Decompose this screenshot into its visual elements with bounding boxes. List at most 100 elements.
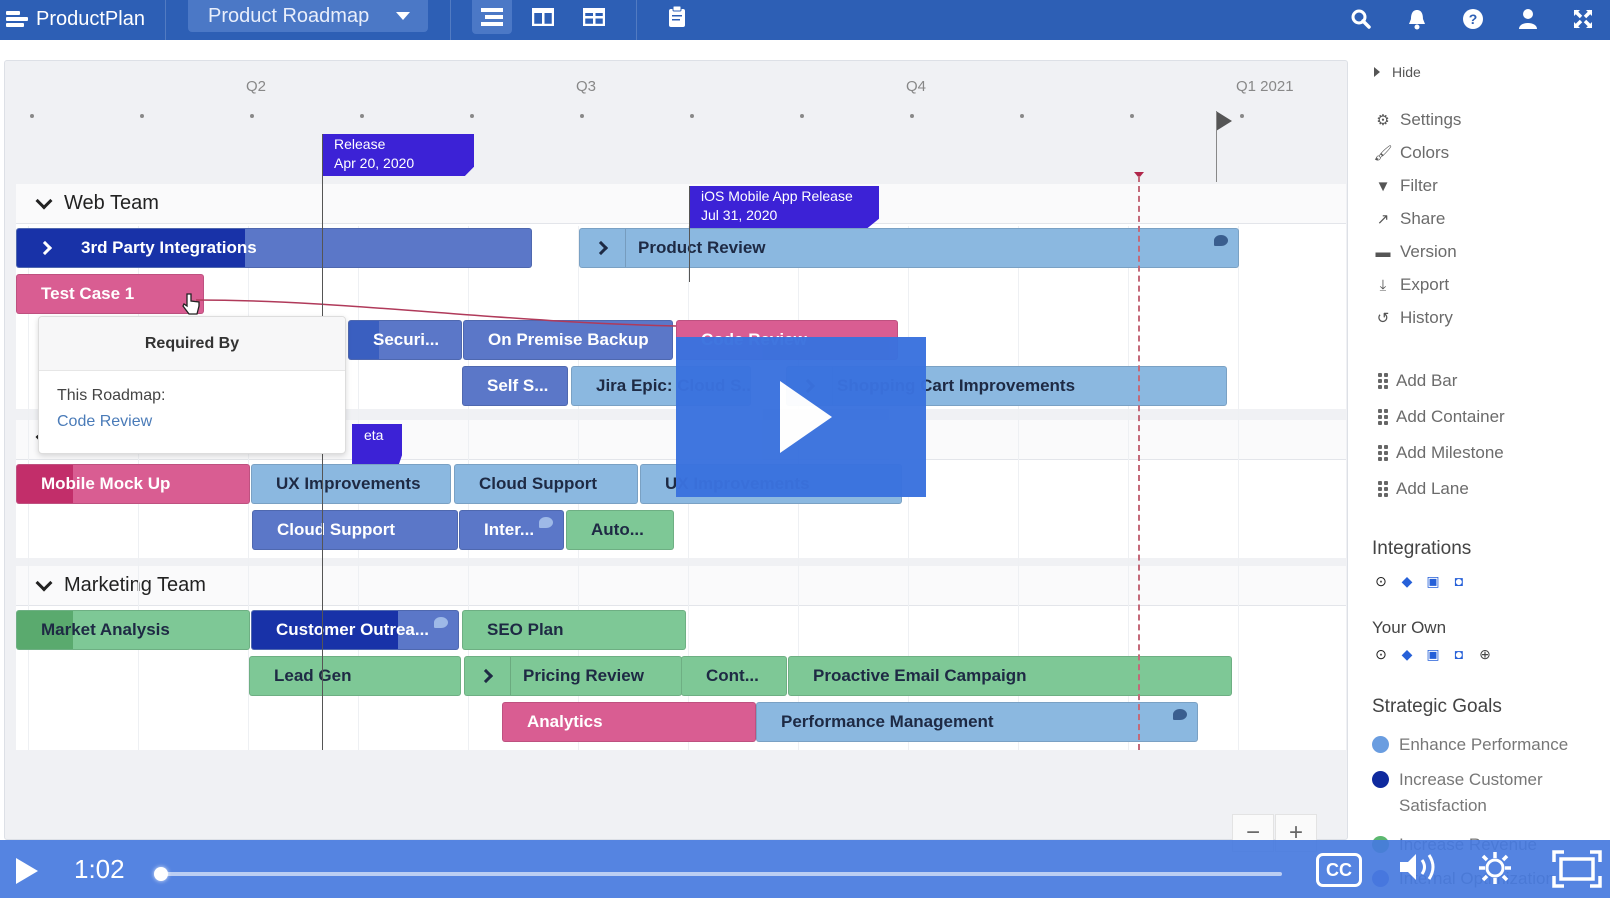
sidebar-add-lane[interactable]: Add Lane xyxy=(1378,479,1469,499)
comment-icon[interactable] xyxy=(434,617,448,628)
sidebar-item-share[interactable]: ↗ Share xyxy=(1374,209,1446,229)
video-play-overlay-button[interactable] xyxy=(676,337,926,497)
roadmap-selector[interactable]: Product Roadmap xyxy=(188,0,428,32)
comment-icon[interactable] xyxy=(1214,235,1228,246)
milestone-date: Jul 31, 2020 xyxy=(701,207,778,223)
bar-ux-improvements[interactable]: UX Improvements xyxy=(251,464,451,504)
bar-pricing-review[interactable]: Pricing Review xyxy=(464,656,682,696)
captions-button[interactable]: CC xyxy=(1316,853,1362,887)
drag-handle-icon[interactable] xyxy=(1378,445,1388,461)
jira-icon[interactable]: ◆ xyxy=(1398,572,1416,590)
timeline-tick xyxy=(910,114,914,118)
sidebar-item-version[interactable]: ▬ Version xyxy=(1374,242,1457,262)
bar-mobile-mock-up[interactable]: Mobile Mock Up xyxy=(16,464,250,504)
bar-label: Self S... xyxy=(487,376,549,395)
bar-content[interactable]: Cont... xyxy=(681,656,787,696)
search-button[interactable] xyxy=(1346,4,1376,34)
drag-handle-icon[interactable] xyxy=(1378,409,1388,425)
brand[interactable]: ProductPlan xyxy=(6,0,145,38)
bar-performance-management[interactable]: Performance Management xyxy=(756,702,1198,742)
menu-icon xyxy=(6,11,28,27)
video-progress-track[interactable] xyxy=(160,872,1282,876)
bar-cloud-support[interactable]: Cloud Support xyxy=(454,464,638,504)
play-button[interactable] xyxy=(16,858,38,884)
divider xyxy=(165,0,166,40)
bar-automation[interactable]: Auto... xyxy=(566,510,674,550)
filter-icon: ▼ xyxy=(1375,177,1391,195)
sidebar-item-filter[interactable]: ▼ Filter xyxy=(1374,176,1438,196)
fullscreen-video-button[interactable] xyxy=(1552,850,1602,896)
comment-icon[interactable] xyxy=(1173,709,1187,720)
sidebar-item-colors[interactable]: 🖌 Colors xyxy=(1373,143,1449,163)
clipboard-button[interactable] xyxy=(657,0,697,34)
play-icon xyxy=(780,381,832,453)
bar-product-review[interactable]: Product Review xyxy=(579,228,1239,268)
github-icon[interactable]: ⊙ xyxy=(1372,645,1390,663)
user-button[interactable] xyxy=(1513,4,1543,34)
sidebar-add-container[interactable]: Add Container xyxy=(1378,407,1505,427)
collapse-icon[interactable] xyxy=(35,192,53,209)
jira-icon[interactable]: ◆ xyxy=(1398,645,1416,663)
timeline-tick xyxy=(360,114,364,118)
github-icon[interactable]: ⊙ xyxy=(1372,572,1390,590)
expand-chevron-icon[interactable] xyxy=(17,229,77,267)
expand-chevron-icon[interactable] xyxy=(465,657,511,695)
lane-header-marketing-team[interactable]: Marketing Team xyxy=(16,566,1346,606)
strategic-goals-title: Strategic Goals xyxy=(1372,696,1502,717)
expand-chevron-icon[interactable] xyxy=(580,229,626,267)
sidebar-item-export[interactable]: ⤓ Export xyxy=(1374,275,1449,295)
share-icon: ↗ xyxy=(1376,211,1390,228)
drag-handle-icon[interactable] xyxy=(1378,481,1388,497)
bar-test-case-1[interactable]: Test Case 1 xyxy=(16,274,204,314)
help-button[interactable]: ? xyxy=(1458,4,1488,34)
bar-cloud-support-2[interactable]: Cloud Support xyxy=(252,510,458,550)
search-icon xyxy=(1351,9,1371,29)
bar-self-service[interactable]: Self S... xyxy=(462,366,568,406)
milestone-ios-release[interactable]: iOS Mobile App Release Jul 31, 2020 xyxy=(689,186,879,228)
trello-icon[interactable]: ▣ xyxy=(1424,645,1442,663)
bar-analytics[interactable]: Analytics xyxy=(502,702,756,742)
grid-column xyxy=(1238,226,1239,750)
fullscreen-icon xyxy=(1552,850,1602,888)
milestone-beta[interactable]: eta xyxy=(352,424,402,464)
goal-color-dot xyxy=(1372,771,1389,788)
bar-market-analysis[interactable]: Market Analysis xyxy=(16,610,250,650)
flag-line xyxy=(1216,112,1217,182)
pivotal-icon[interactable]: ◘ xyxy=(1450,645,1468,663)
sidebar-add-bar[interactable]: Add Bar xyxy=(1378,371,1457,391)
bar-proactive-email-campaign[interactable]: Proactive Email Campaign xyxy=(788,656,1232,696)
user-icon xyxy=(1519,9,1537,29)
sidebar-item-history[interactable]: ↺ History xyxy=(1374,308,1453,328)
volume-button[interactable] xyxy=(1398,850,1442,892)
video-progress-handle[interactable] xyxy=(154,867,168,881)
lane-header-web-team[interactable]: Web Team xyxy=(16,184,1346,224)
bar-seo-plan[interactable]: SEO Plan xyxy=(462,610,686,650)
strategic-goal[interactable]: Enhance Performance xyxy=(1372,732,1568,758)
fullscreen-button[interactable] xyxy=(1568,4,1598,34)
sidebar-add-milestone[interactable]: Add Milestone xyxy=(1378,443,1504,463)
notifications-button[interactable] xyxy=(1402,4,1432,34)
settings-button[interactable] xyxy=(1477,850,1513,894)
sidebar-item-settings[interactable]: ⚙ Settings xyxy=(1374,110,1461,130)
collapse-icon[interactable] xyxy=(35,574,53,591)
board-view-button[interactable] xyxy=(523,0,563,34)
quarter-label: Q3 xyxy=(576,78,597,95)
bar-3rd-party-integrations[interactable]: 3rd Party Integrations xyxy=(16,228,532,268)
strategic-goal[interactable]: Increase Customer Satisfaction xyxy=(1372,767,1562,819)
bar-integrations[interactable]: Inter... xyxy=(459,510,564,550)
tooltip-link-code-review[interactable]: Code Review xyxy=(57,409,327,435)
milestone-release[interactable]: Release Apr 20, 2020 xyxy=(322,134,474,176)
flag-icon[interactable] xyxy=(1216,111,1232,131)
table-view-button[interactable] xyxy=(574,0,614,34)
comment-icon[interactable] xyxy=(539,517,553,528)
pivotal-icon[interactable]: ◘ xyxy=(1450,572,1468,590)
trello-icon[interactable]: ▣ xyxy=(1424,572,1442,590)
bar-label: Cloud Support xyxy=(479,474,598,493)
bar-lead-gen[interactable]: Lead Gen xyxy=(249,656,461,696)
drag-handle-icon[interactable] xyxy=(1378,373,1388,389)
bar-label: SEO Plan xyxy=(487,620,564,639)
bar-customer-outreach[interactable]: Customer Outrea... xyxy=(251,610,459,650)
add-integration-icon[interactable]: ⊕ xyxy=(1476,645,1494,663)
hide-sidebar-button[interactable]: Hide xyxy=(1374,64,1421,80)
list-view-button[interactable] xyxy=(472,0,512,34)
